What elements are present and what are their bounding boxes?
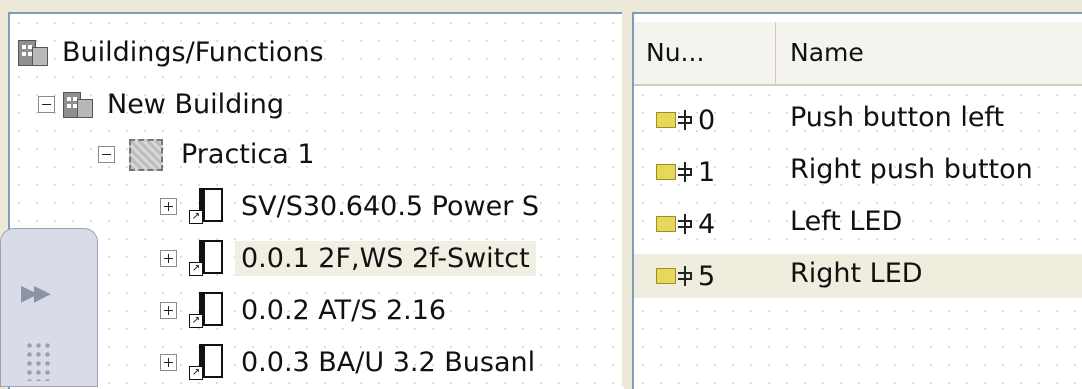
tree-device-label: 0.0.1 2F,WS 2f-Switct xyxy=(235,240,536,276)
tree-device[interactable]: ↗ 0.0.1 2F,WS 2f-Switct xyxy=(160,238,536,278)
collapse-icon[interactable] xyxy=(38,95,55,113)
object-name: Right push button xyxy=(790,154,1033,185)
buildings-icon xyxy=(18,37,48,67)
room-icon xyxy=(123,133,169,175)
connector-icon xyxy=(678,162,694,182)
list-item[interactable]: 1 Right push button xyxy=(634,150,1082,194)
column-header-number[interactable]: Nu... xyxy=(634,22,776,84)
object-number: 1 xyxy=(698,156,716,188)
group-object-icon xyxy=(656,216,676,232)
tree-building[interactable]: New Building xyxy=(38,84,290,124)
top-strip xyxy=(0,0,1082,12)
object-name: Right LED xyxy=(790,258,923,289)
list-header: Nu... Name xyxy=(634,22,1082,86)
expand-icon[interactable] xyxy=(160,197,177,215)
list-item[interactable]: 0 Push button left xyxy=(634,98,1082,142)
expand-icon[interactable] xyxy=(160,353,177,371)
tree-device[interactable]: ↗ SV/S30.640.5 Power S xyxy=(160,186,545,226)
tree-device[interactable]: ↗ 0.0.2 AT/S 2.16 xyxy=(160,290,452,330)
device-icon: ↗ xyxy=(185,342,225,382)
group-object-icon xyxy=(656,164,676,180)
tree-device-label: 0.0.3 BA/U 3.2 Busanl xyxy=(241,346,536,378)
building-icon xyxy=(63,89,93,119)
device-icon: ↗ xyxy=(185,290,225,330)
grip-icon xyxy=(25,341,53,381)
connector-icon xyxy=(678,214,694,234)
group-object-icon xyxy=(656,268,676,284)
tree-device[interactable]: ↗ 0.0.3 BA/U 3.2 Busanl xyxy=(160,342,541,382)
tree-device-label: SV/S30.640.5 Power S xyxy=(241,190,540,222)
tree-root-label: Buildings/Functions xyxy=(62,36,324,68)
expand-icon[interactable] xyxy=(160,301,177,319)
list-item[interactable]: 4 Left LED xyxy=(634,202,1082,246)
tree-device-label: 0.0.2 AT/S 2.16 xyxy=(241,294,447,326)
object-number: 5 xyxy=(698,260,716,292)
device-icon: ↗ xyxy=(185,186,225,226)
object-name: Push button left xyxy=(790,102,1005,133)
side-panel-handle[interactable]: ▶▶ xyxy=(0,228,98,387)
tree-building-label: New Building xyxy=(107,88,285,120)
column-header-name[interactable]: Name xyxy=(776,22,1082,84)
device-icon: ↗ xyxy=(185,238,225,278)
expand-icon[interactable] xyxy=(160,249,177,267)
tree-room-label: Practica 1 xyxy=(181,138,315,170)
group-object-icon xyxy=(656,112,676,128)
tree-room[interactable]: Practica 1 xyxy=(98,134,321,174)
collapse-icon[interactable] xyxy=(98,145,115,163)
tree-root[interactable]: Buildings/Functions xyxy=(18,32,330,72)
connector-icon xyxy=(678,266,694,286)
connector-icon xyxy=(678,110,694,130)
object-name: Left LED xyxy=(790,206,903,237)
object-number: 4 xyxy=(698,208,716,240)
group-objects-list[interactable]: Nu... Name 0 Push button left 1 Right pu… xyxy=(632,12,1082,389)
pane-splitter[interactable] xyxy=(622,12,632,387)
object-number: 0 xyxy=(698,104,716,136)
expand-panel-icon[interactable]: ▶▶ xyxy=(21,281,51,306)
list-item[interactable]: 5 Right LED xyxy=(634,254,1082,298)
building-tree[interactable]: Buildings/Functions New Building Practic… xyxy=(8,12,624,389)
